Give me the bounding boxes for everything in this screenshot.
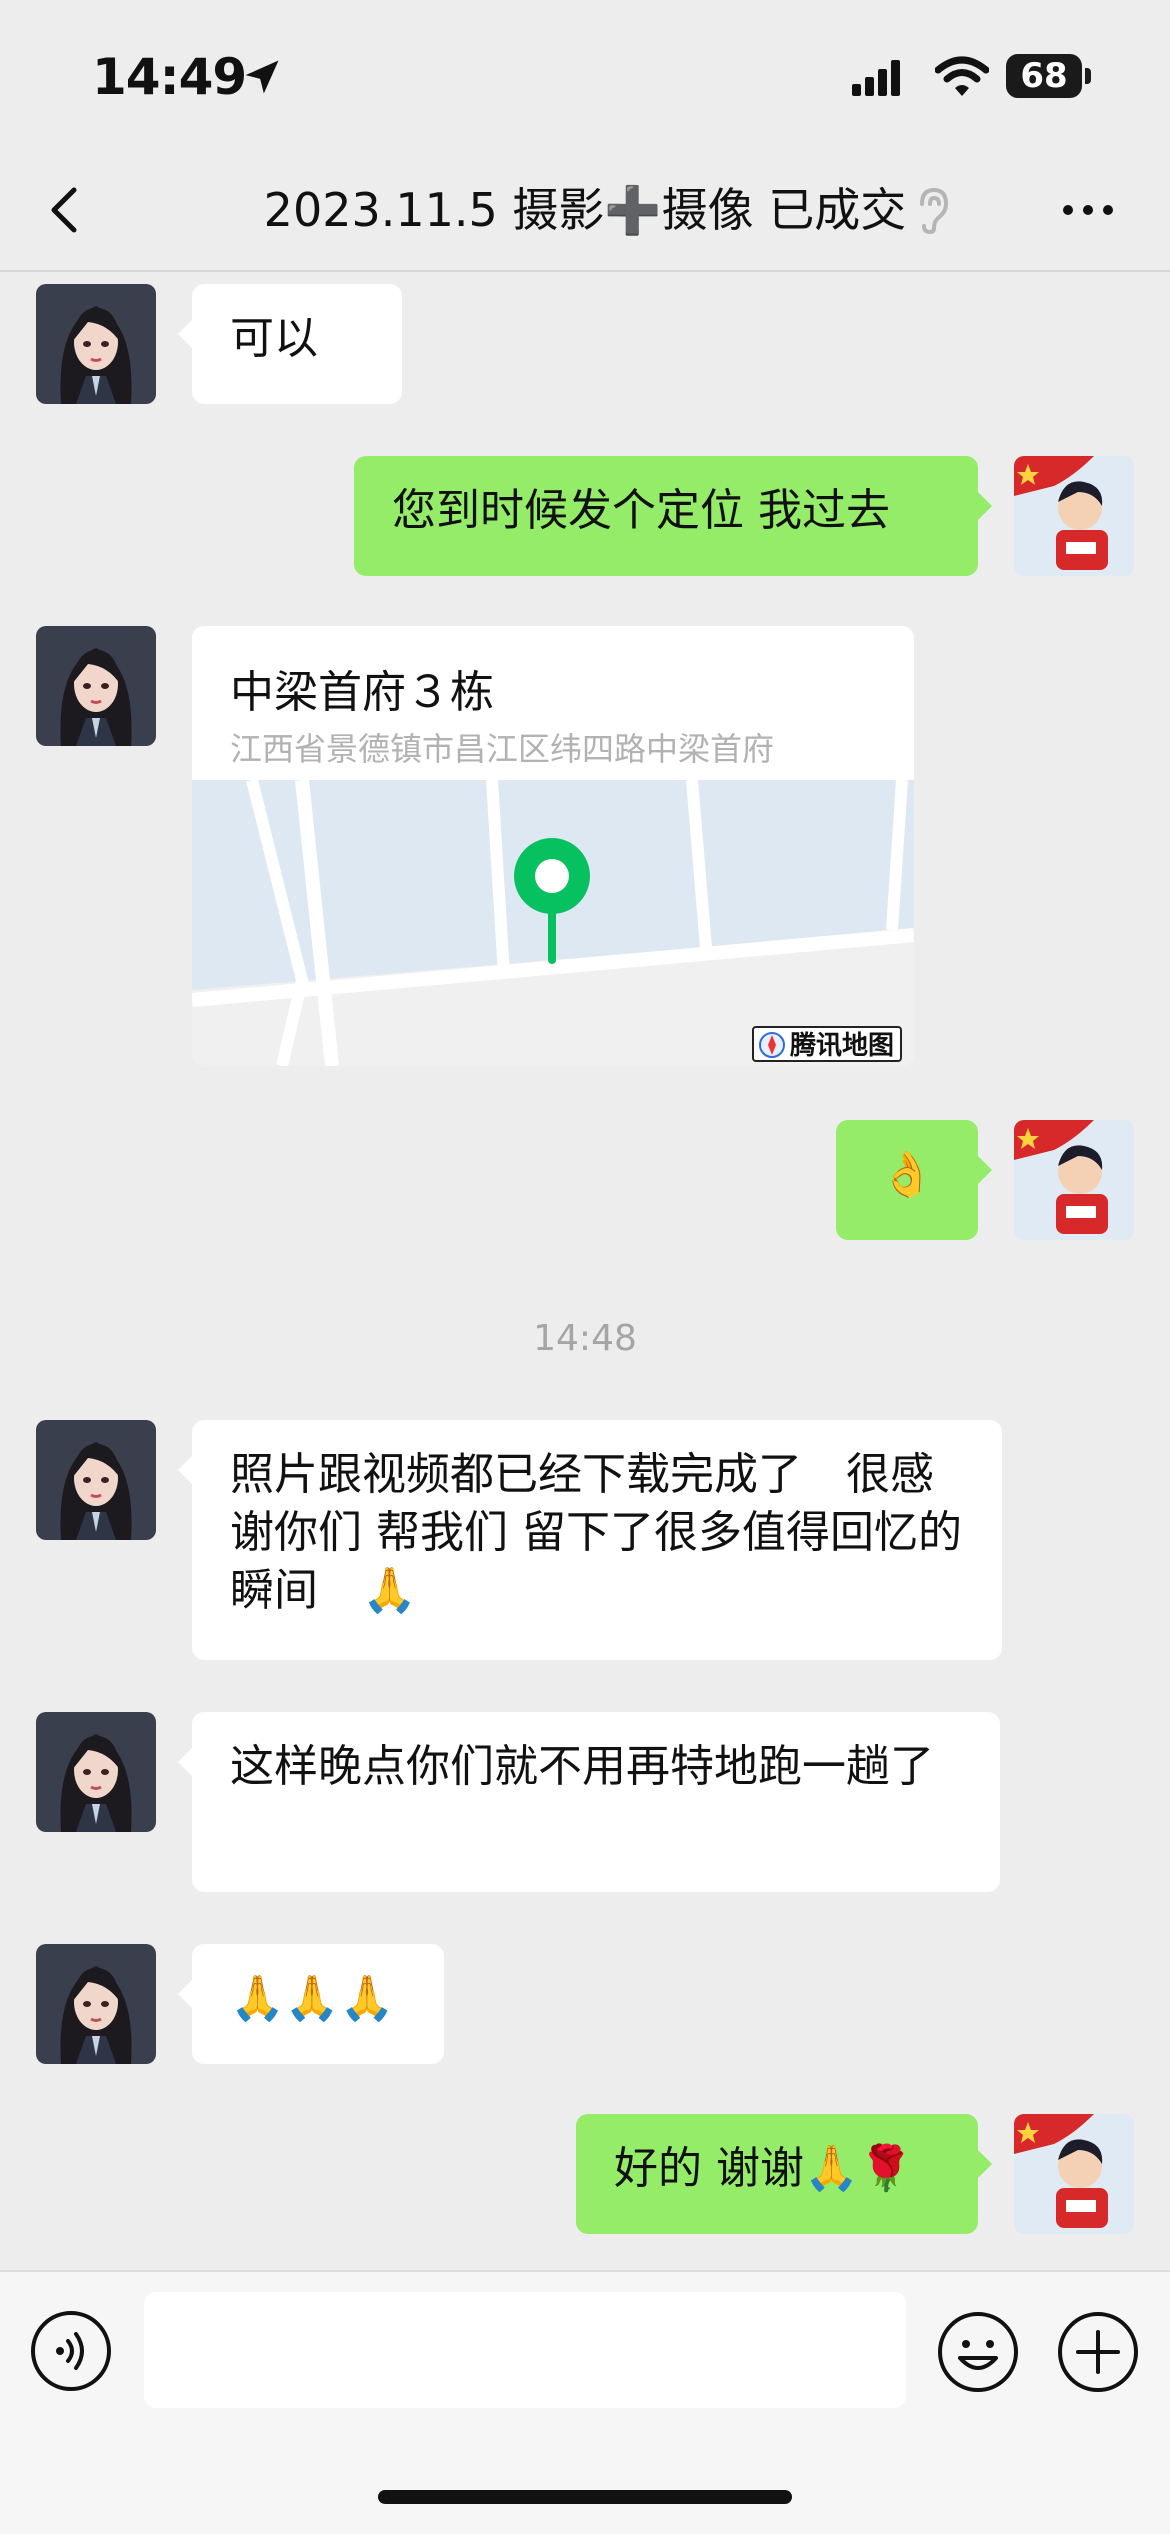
location-map[interactable]	[192, 780, 914, 1066]
chat-title: 2023.11.5 摄影➕摄像 已成交	[263, 183, 907, 237]
ear-icon	[920, 187, 949, 235]
self-avatar[interactable]	[1014, 1120, 1134, 1240]
contact-avatar[interactable]	[36, 1712, 156, 1832]
location-arrow-icon	[245, 60, 279, 94]
message-text: 这样晚点你们就不用再特地跑一趟了	[230, 1741, 934, 1792]
message-text: 可以	[230, 313, 318, 364]
more-icon[interactable]	[1058, 190, 1118, 230]
contact-avatar[interactable]	[36, 626, 156, 746]
battery-tip	[1085, 68, 1091, 84]
message-bubble-outgoing[interactable]: 👌	[836, 1120, 992, 1240]
message-text: 👌	[879, 1149, 935, 1200]
message-timestamp: 14:48	[533, 1318, 637, 1359]
signal-icon	[852, 60, 900, 96]
emoji-icon[interactable]	[936, 2310, 1020, 2394]
message-bubble-outgoing[interactable]: 您到时候发个定位 我过去	[354, 456, 992, 576]
back-icon[interactable]	[38, 178, 98, 242]
chat-header: 2023.11.5 摄影➕摄像 已成交	[0, 150, 1170, 272]
message-text: 您到时候发个定位 我过去	[392, 485, 890, 536]
wifi-icon	[935, 56, 989, 96]
self-avatar[interactable]	[1014, 456, 1134, 576]
battery-icon: 68	[1006, 54, 1082, 98]
message-bubble-incoming[interactable]: 照片跟视频都已经下载完成了 很感谢你们 帮我们 留下了很多值得回忆的瞬间 🙏	[178, 1420, 1002, 1660]
message-text: 好的 谢谢🙏🌹	[614, 2143, 914, 2194]
status-time: 14:49	[92, 48, 247, 106]
message-bubble-incoming[interactable]: 🙏🙏🙏	[178, 1944, 444, 2064]
location-name: 中梁首府３栋	[230, 667, 494, 718]
plus-icon[interactable]	[1056, 2310, 1140, 2394]
message-text: 照片跟视频都已经下载完成了 很感谢你们 帮我们 留下了很多值得回忆的瞬间 🙏	[230, 1449, 962, 1616]
location-message[interactable]: 中梁首府３栋 江西省景德镇市昌江区纬四路中梁首府 腾讯地图	[192, 626, 914, 1066]
contact-avatar[interactable]	[36, 1944, 156, 2064]
contact-avatar[interactable]	[36, 284, 156, 404]
status-bar: 14:49 68	[0, 0, 1170, 150]
message-bubble-outgoing[interactable]: 好的 谢谢🙏🌹	[576, 2114, 992, 2234]
home-indicator[interactable]	[378, 2490, 792, 2504]
message-bubble-incoming[interactable]: 可以	[178, 284, 402, 404]
message-input[interactable]	[144, 2292, 906, 2408]
contact-avatar[interactable]	[36, 1420, 156, 1540]
map-provider-badge: 腾讯地图	[752, 1026, 902, 1062]
map-badge-text: 腾讯地图	[789, 1031, 894, 1061]
message-text: 🙏🙏🙏	[230, 1973, 395, 2024]
message-bubble-incoming[interactable]: 这样晚点你们就不用再特地跑一趟了	[178, 1712, 1000, 1892]
location-address: 江西省景德镇市昌江区纬四路中梁首府	[230, 730, 775, 768]
voice-icon[interactable]	[30, 2310, 112, 2392]
compass-icon	[759, 1032, 785, 1058]
self-avatar[interactable]	[1014, 2114, 1134, 2234]
